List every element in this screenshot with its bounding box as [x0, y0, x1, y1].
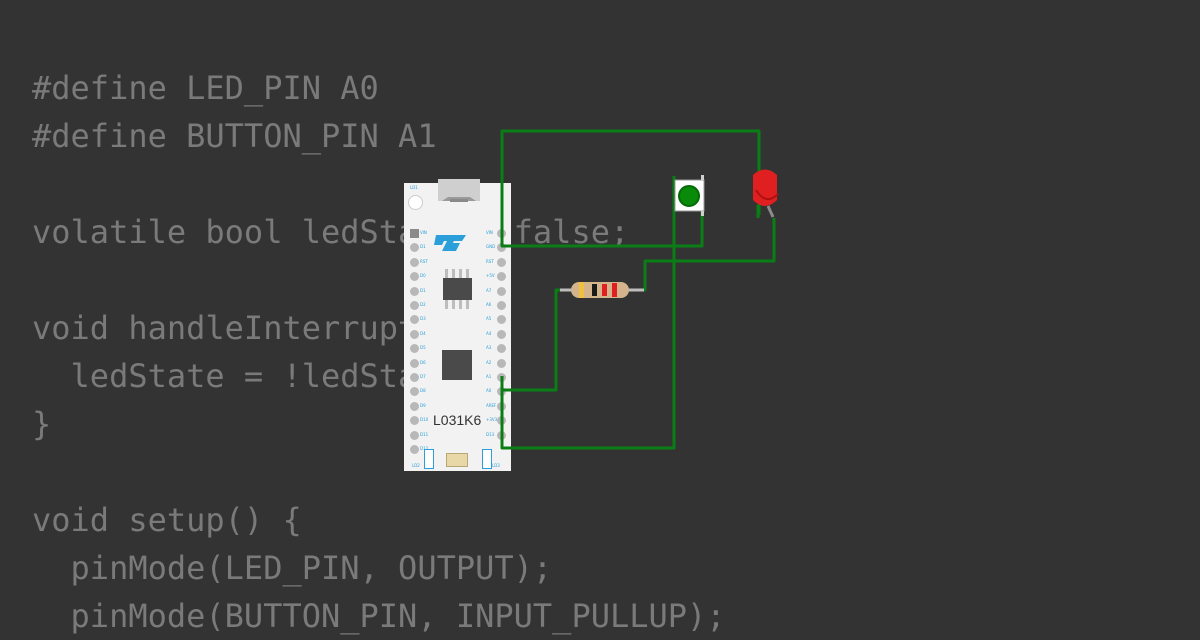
board-pin-label: A3 — [486, 345, 492, 351]
board-pin-right[interactable] — [497, 358, 506, 368]
board-pin-label: D11 — [420, 431, 429, 437]
board-pin-right[interactable] — [497, 301, 506, 310]
board-pin-left[interactable] — [410, 430, 419, 440]
board-pin-right[interactable] — [497, 243, 506, 253]
board-pin-right[interactable] — [497, 229, 506, 238]
small-chip — [443, 278, 472, 300]
board-pin-right[interactable] — [497, 430, 506, 440]
board-pin-label: A4 — [486, 330, 492, 336]
board-pin-label: D1 — [420, 287, 426, 293]
board-pin-label: A0 — [486, 388, 492, 394]
board-pin-label: D12 — [420, 446, 429, 451]
board-pin-left[interactable] — [410, 286, 419, 296]
board-pin-right[interactable] — [497, 387, 506, 397]
board-pin-label: D0 — [420, 273, 426, 279]
board-pin-label: A2 — [486, 359, 492, 365]
board-pin-left[interactable] — [410, 243, 419, 253]
board-pin-label: D1 — [420, 244, 426, 250]
board-led-label: LD1 — [410, 185, 418, 190]
board-pin-label: D3 — [420, 316, 426, 322]
board-pin-left[interactable] — [410, 229, 419, 238]
board-pin-label: A5 — [486, 316, 492, 322]
code-line: ledState = !ledState; — [32, 357, 476, 395]
board-pin-right[interactable] — [497, 344, 506, 354]
board-pin-right[interactable] — [497, 329, 506, 339]
code-line: pinMode(BUTTON_PIN, INPUT_PULLUP); — [32, 597, 726, 635]
board-pin-label: D8 — [420, 388, 426, 394]
board-pin-label: D13 — [486, 431, 495, 437]
board-pin-label: RST — [486, 258, 494, 264]
board-pin-label: AREF — [486, 402, 497, 408]
code-editor: #define LED_PIN A0 #define BUTTON_PIN A1 v… — [32, 64, 726, 640]
board-pin-left[interactable] — [410, 329, 419, 339]
board-led-3 — [482, 449, 492, 469]
board-pin-label: D7 — [420, 374, 426, 379]
board-led-label: LD3 — [492, 463, 500, 468]
code-line: #define LED_PIN A0 — [32, 69, 379, 107]
mcu-chip — [442, 350, 472, 380]
board-pin-left[interactable] — [410, 358, 419, 368]
board-pin-left[interactable] — [410, 344, 419, 354]
board-pin-right[interactable] — [497, 373, 506, 382]
board-pin-right[interactable] — [497, 257, 506, 267]
board-pin-right[interactable] — [497, 315, 506, 325]
board-led-indicator — [408, 195, 423, 210]
board-pin-label: RST — [420, 258, 428, 264]
board-pin-label: A1 — [486, 374, 492, 379]
board-led-label: LD2 — [412, 463, 420, 468]
board-model-label: L031K6 — [433, 412, 482, 428]
board-pin-right[interactable] — [497, 286, 506, 296]
board-pin-label: D5 — [420, 345, 426, 351]
board-pin-label: +3V3 — [486, 417, 498, 423]
board-pin-label: D9 — [420, 402, 426, 408]
nucleo-board: LD1 L031K6 LD2 LD3 VIN D1 RST D0 D1 D2 D3 D4 D5 D… — [404, 179, 511, 471]
board-pin-left[interactable] — [410, 401, 419, 411]
board-pin-label: D6 — [420, 359, 426, 365]
board-pin-label: A6 — [486, 302, 492, 307]
board-pin-left[interactable] — [410, 315, 419, 325]
code-line: } — [32, 405, 52, 443]
board-pin-left[interactable] — [410, 373, 419, 382]
code-line: void setup() { — [32, 501, 302, 539]
reset-button[interactable] — [446, 453, 468, 467]
board-pin-left[interactable] — [410, 301, 419, 310]
red-led[interactable] — [753, 169, 779, 219]
board-pin-label: A7 — [486, 287, 492, 293]
code-line: volatile bool ledState = false; — [32, 213, 630, 251]
board-pin-left[interactable] — [410, 416, 419, 426]
code-line: pinMode(LED_PIN, OUTPUT); — [32, 549, 553, 587]
board-pin-left[interactable] — [410, 445, 419, 454]
board-pin-left[interactable] — [410, 257, 419, 267]
chip-pins-top — [445, 269, 470, 278]
board-led-2 — [424, 449, 434, 469]
code-line: void handleInterrupt() { — [32, 309, 495, 347]
usb-connector-icon — [438, 179, 480, 202]
board-pin-left[interactable] — [410, 387, 419, 397]
board-pin-label: VIN — [486, 230, 493, 235]
board-pin-left[interactable] — [410, 272, 419, 282]
board-pin-right[interactable] — [497, 272, 506, 282]
board-pin-label: D10 — [420, 417, 429, 423]
board-pin-label: VIN — [420, 230, 427, 235]
board-pin-label: D4 — [420, 330, 426, 336]
board-pin-label: D2 — [420, 302, 426, 307]
board-pin-label: +5V — [486, 273, 495, 279]
board-pin-right[interactable] — [497, 416, 506, 426]
board-pin-right[interactable] — [497, 401, 506, 411]
chip-pins-bottom — [445, 300, 470, 309]
board-pin-label: GND — [486, 244, 496, 250]
code-line: #define BUTTON_PIN A1 — [32, 117, 437, 155]
st-logo-icon — [434, 235, 466, 251]
